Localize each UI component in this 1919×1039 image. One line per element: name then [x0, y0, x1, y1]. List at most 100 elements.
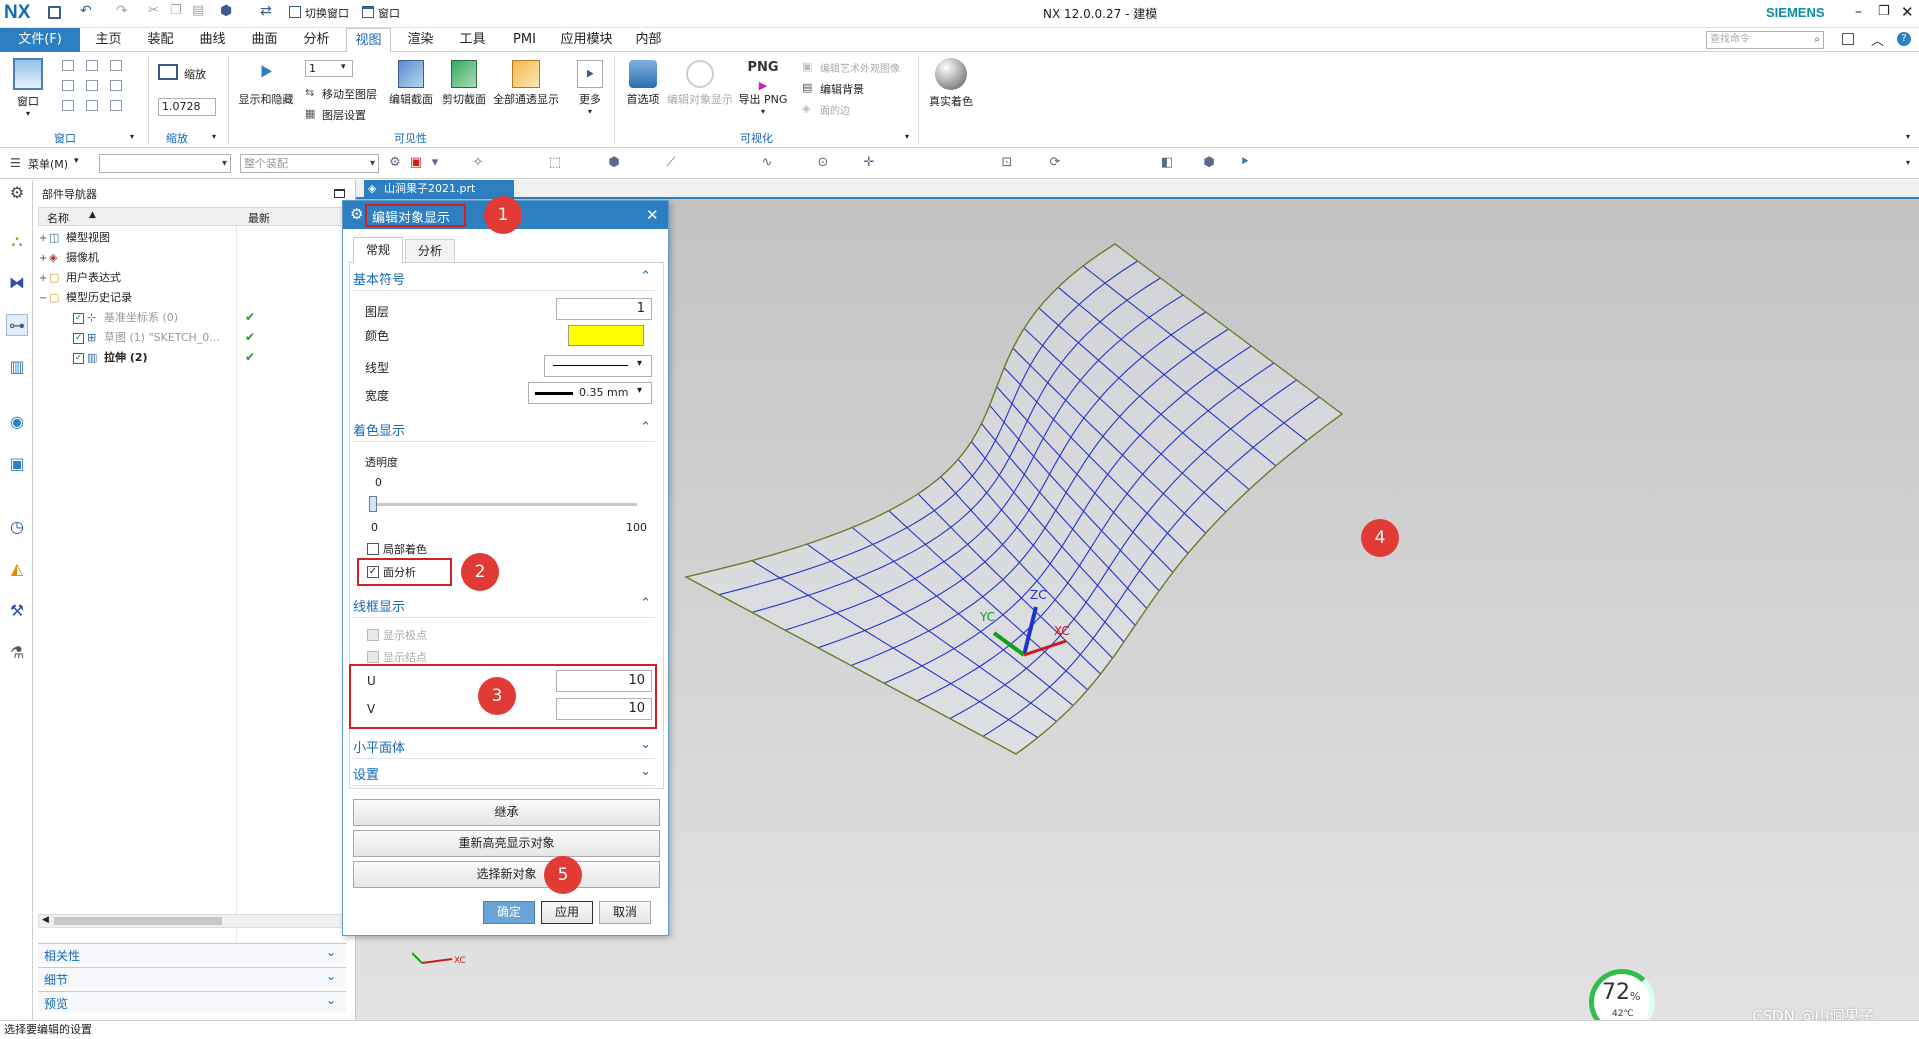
layer-select-dropdown-icon[interactable]: ▾: [341, 62, 346, 72]
select-rect-icon[interactable]: ⬚: [548, 156, 562, 170]
expand-icon[interactable]: +: [39, 269, 49, 289]
more-button[interactable]: ⯈ 更多 ▾: [570, 60, 610, 116]
column-latest-header[interactable]: 最新: [248, 210, 270, 226]
clock-icon[interactable]: ◷: [6, 516, 28, 538]
show-hide-toolbar-icon[interactable]: ⯈: [1238, 156, 1252, 170]
inherit-button[interactable]: 继承: [353, 799, 660, 826]
search-icon[interactable]: ⌕: [1814, 32, 1820, 48]
tree-row[interactable]: ✓ ⊞ 草图 (1) "SKETCH_0...: [63, 328, 220, 348]
settings-gear-icon[interactable]: ⚙: [6, 182, 28, 204]
tab-curve[interactable]: 曲线: [190, 28, 235, 52]
chevron-down-icon[interactable]: ⌄: [326, 945, 336, 959]
ribbon-expand-icon[interactable]: ▾: [1906, 132, 1910, 141]
layout-2-icon[interactable]: [86, 60, 98, 71]
edit-background-button[interactable]: 编辑背景: [820, 81, 864, 97]
tab-applications[interactable]: 应用模块: [554, 28, 619, 52]
line-snap-icon[interactable]: ⟋: [664, 156, 678, 170]
sort-asc-icon[interactable]: ▲: [89, 210, 96, 220]
scroll-thumb[interactable]: [54, 917, 222, 925]
tab-tools[interactable]: 工具: [450, 28, 495, 52]
section-basic-symbol[interactable]: 基本符号 ⌃: [353, 269, 655, 291]
layout-6-icon[interactable]: [110, 80, 122, 91]
assembly-navigator-icon[interactable]: ⛬: [6, 230, 28, 252]
render-style-icon[interactable]: ◧: [1160, 156, 1174, 170]
close-window-icon[interactable]: ✕: [1901, 3, 1914, 21]
window-menu-icon[interactable]: [362, 6, 374, 18]
dialog-tab-analysis[interactable]: 分析: [405, 239, 455, 263]
cancel-button[interactable]: 取消: [599, 901, 651, 924]
center-snap-icon[interactable]: ⊙: [816, 156, 830, 170]
ok-button[interactable]: 确定: [483, 901, 535, 924]
width-dropdown-icon[interactable]: ▾: [637, 385, 642, 396]
panel-details[interactable]: 细节 ⌄: [38, 967, 346, 988]
layout-7-icon[interactable]: [62, 100, 74, 111]
switch-window-button[interactable]: 切换窗口: [305, 5, 349, 21]
constraint-navigator-icon[interactable]: ⧓: [6, 272, 28, 294]
dialog-close-icon[interactable]: ✕: [646, 206, 659, 224]
visibility-checkbox[interactable]: ✓: [73, 312, 84, 324]
cut-icon[interactable]: ✂: [148, 3, 159, 18]
export-png-dropdown-icon[interactable]: ▾: [738, 107, 788, 116]
cross-snap-icon[interactable]: ✛: [862, 156, 876, 170]
tab-surface[interactable]: 曲面: [242, 28, 287, 52]
tab-assembly[interactable]: 装配: [138, 28, 183, 52]
layout-8-icon[interactable]: [86, 100, 98, 111]
preferences-button[interactable]: 首选项: [620, 60, 666, 107]
undo-icon[interactable]: ↶: [80, 3, 92, 19]
column-name-header[interactable]: 名称: [47, 210, 69, 226]
zoom-value-field[interactable]: 1.0728: [158, 98, 216, 116]
visibility-checkbox[interactable]: ✓: [73, 352, 84, 364]
tree-row[interactable]: + ◈ 摄像机: [39, 248, 99, 268]
switch-window-icon[interactable]: [289, 6, 301, 18]
window-button[interactable]: 窗口 ▾: [8, 58, 48, 118]
help-icon[interactable]: ?: [1897, 32, 1911, 46]
navigator-maximize-icon[interactable]: [334, 189, 345, 198]
more-dropdown-icon[interactable]: ▾: [570, 107, 610, 116]
copy-icon[interactable]: ❐: [170, 3, 182, 18]
panel-preview[interactable]: 预览 ⌄: [38, 991, 346, 1012]
chevron-down-icon[interactable]: ⌄: [640, 764, 651, 779]
apply-button[interactable]: 应用: [541, 901, 593, 924]
tab-home[interactable]: 主页: [86, 28, 131, 52]
part-navigator-icon[interactable]: ⊶: [6, 314, 28, 336]
expand-icon[interactable]: +: [39, 249, 49, 269]
tree-row[interactable]: + ▢ 用户表达式: [39, 268, 121, 288]
tree-row[interactable]: + ◫ 模型视图: [39, 228, 110, 248]
ribbon-options-icon[interactable]: [1842, 33, 1854, 45]
scroll-left-icon[interactable]: ◀: [42, 915, 49, 925]
edit-section-button[interactable]: 编辑截面: [385, 60, 437, 107]
collapse-ribbon-icon[interactable]: ︿: [1871, 30, 1884, 49]
chevron-up-icon[interactable]: ⌃: [640, 420, 651, 435]
window-dropdown-icon[interactable]: ▾: [8, 109, 48, 118]
command-search-input[interactable]: 查找命令 ⌕: [1706, 31, 1824, 49]
layout-9-icon[interactable]: [110, 100, 122, 111]
tab-render[interactable]: 渲染: [398, 28, 443, 52]
linetype-dropdown-icon[interactable]: ▾: [637, 358, 642, 369]
history-icon[interactable]: ▣: [6, 453, 28, 475]
select-box-icon[interactable]: ▣: [409, 156, 423, 170]
layout-5-icon[interactable]: [86, 80, 98, 91]
chevron-down-icon[interactable]: ⌄: [640, 737, 651, 752]
tab-file[interactable]: 文件(F): [0, 28, 80, 52]
web-browser-icon[interactable]: ◉: [6, 411, 28, 433]
transparency-slider-track[interactable]: [369, 503, 637, 506]
document-tab[interactable]: ◈ 山涧果子2021.prt: [364, 180, 514, 197]
layer-field[interactable]: 1: [556, 298, 652, 320]
section-shading[interactable]: 着色显示 ⌃: [353, 420, 655, 442]
repeat-command-icon[interactable]: ⇄: [260, 3, 272, 19]
paste-icon[interactable]: ▤: [192, 3, 204, 18]
transparency-slider-thumb[interactable]: [369, 496, 377, 512]
linetype-select[interactable]: ▾: [544, 355, 652, 377]
curve-snap-icon[interactable]: ∿: [760, 156, 774, 170]
redo-icon[interactable]: ↷: [116, 3, 128, 19]
collapse-icon[interactable]: −: [39, 289, 49, 309]
color-swatch[interactable]: [568, 325, 644, 346]
zoom-icon[interactable]: [158, 64, 178, 80]
reuse-library-icon[interactable]: ▥: [6, 356, 28, 378]
export-png-button[interactable]: PNG ▶ 导出 PNG ▾: [738, 60, 788, 116]
select-arrow-icon[interactable]: ▾: [428, 156, 442, 170]
tree-row[interactable]: ✓ ▥ 拉伸 (2): [63, 348, 148, 368]
panel-dependencies[interactable]: 相关性 ⌄: [38, 943, 346, 964]
edit-art-button[interactable]: 编辑艺术外观图像: [820, 60, 900, 75]
section-wireframe[interactable]: 线框显示 ⌃: [353, 596, 655, 618]
